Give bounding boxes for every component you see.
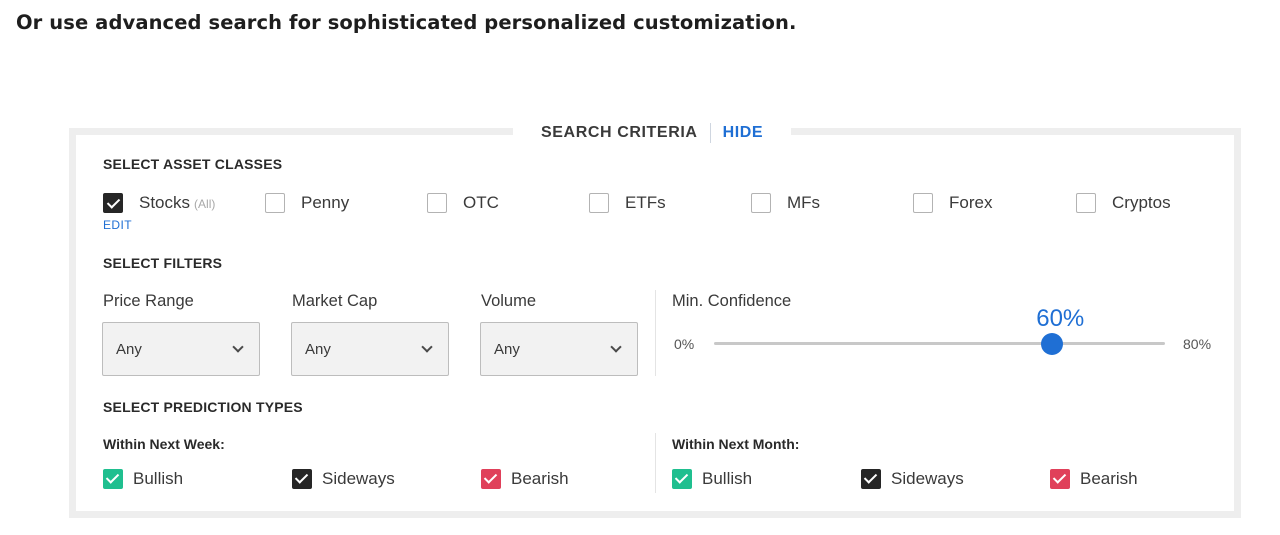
- asset-checkbox-otc[interactable]: OTC: [427, 192, 499, 214]
- prediction-label: Bullish: [133, 469, 184, 488]
- asset-checkbox-penny[interactable]: Penny: [265, 192, 349, 214]
- volume-label: Volume: [481, 292, 537, 310]
- prediction-label: Bullish: [702, 469, 753, 488]
- checkbox-checked-icon: [861, 469, 881, 489]
- market-cap-label: Market Cap: [292, 292, 378, 310]
- asset-label: MFs: [787, 193, 821, 212]
- edit-stocks-link[interactable]: EDIT: [103, 218, 132, 232]
- panel-header-divider: [709, 123, 711, 143]
- confidence-slider-track[interactable]: [714, 342, 1165, 345]
- prediction-label: Bearish: [1080, 469, 1138, 488]
- asset-label: Cryptos: [1112, 193, 1171, 212]
- panel-title: SEARCH CRITERIA: [541, 124, 698, 141]
- select-value: Any: [305, 340, 331, 358]
- prediction-types-label: SELECT PREDICTION TYPES: [103, 399, 303, 415]
- checkbox-checked-icon: [1050, 469, 1070, 489]
- predictions-divider: [655, 433, 656, 493]
- month-sideways-checkbox[interactable]: Sideways: [861, 468, 964, 490]
- week-bullish-checkbox[interactable]: Bullish: [103, 468, 183, 490]
- market-cap-select[interactable]: Any: [291, 322, 449, 376]
- price-range-select[interactable]: Any: [102, 322, 260, 376]
- chevron-down-icon: [231, 342, 245, 356]
- month-bearish-checkbox[interactable]: Bearish: [1050, 468, 1138, 490]
- chevron-down-icon: [609, 342, 623, 356]
- asset-sub-label: (All): [194, 197, 216, 211]
- filters-label: SELECT FILTERS: [103, 255, 223, 271]
- page-heading: Or use advanced search for sophisticated…: [16, 11, 797, 34]
- checkbox-checked-icon: [292, 469, 312, 489]
- checkbox-checked-icon: [672, 469, 692, 489]
- asset-label: OTC: [463, 193, 499, 212]
- select-value: Any: [494, 340, 520, 358]
- checkbox-empty-icon: [427, 193, 447, 213]
- asset-label: ETFs: [625, 193, 666, 212]
- checkbox-empty-icon: [265, 193, 285, 213]
- slider-min-label: 0%: [674, 336, 695, 352]
- chevron-down-icon: [420, 342, 434, 356]
- prediction-label: Sideways: [322, 469, 395, 488]
- confidence-value: 60%: [1036, 305, 1085, 332]
- hide-button[interactable]: HIDE: [723, 124, 764, 142]
- filters-divider: [655, 290, 656, 376]
- checkbox-empty-icon: [913, 193, 933, 213]
- asset-label: Forex: [949, 193, 993, 212]
- asset-checkbox-etfs[interactable]: ETFs: [589, 192, 666, 214]
- month-bullish-checkbox[interactable]: Bullish: [672, 468, 752, 490]
- select-value: Any: [116, 340, 142, 358]
- checkbox-checked-icon: [481, 469, 501, 489]
- next-week-label: Within Next Week:: [103, 436, 225, 452]
- checkbox-empty-icon: [589, 193, 609, 213]
- panel-header: SEARCH CRITERIA HIDE: [513, 118, 792, 148]
- asset-checkbox-cryptos[interactable]: Cryptos: [1076, 192, 1171, 214]
- prediction-label: Sideways: [891, 469, 964, 488]
- min-confidence-label: Min. Confidence: [672, 292, 792, 310]
- asset-checkbox-forex[interactable]: Forex: [913, 192, 992, 214]
- prediction-label: Bearish: [511, 469, 569, 488]
- checkbox-checked-icon: [103, 193, 123, 213]
- week-bearish-checkbox[interactable]: Bearish: [481, 468, 569, 490]
- asset-label: Stocks (All): [139, 193, 216, 212]
- asset-checkbox-mfs[interactable]: MFs: [751, 192, 820, 214]
- volume-select[interactable]: Any: [480, 322, 638, 376]
- next-month-label: Within Next Month:: [672, 436, 800, 452]
- checkbox-empty-icon: [751, 193, 771, 213]
- slider-max-label: 80%: [1183, 336, 1212, 352]
- checkbox-empty-icon: [1076, 193, 1096, 213]
- asset-classes-label: SELECT ASSET CLASSES: [103, 156, 283, 172]
- week-sideways-checkbox[interactable]: Sideways: [292, 468, 395, 490]
- price-range-label: Price Range: [103, 292, 194, 310]
- asset-label: Penny: [301, 193, 350, 212]
- checkbox-checked-icon: [103, 469, 123, 489]
- asset-checkbox-stocks[interactable]: Stocks (All): [103, 192, 215, 214]
